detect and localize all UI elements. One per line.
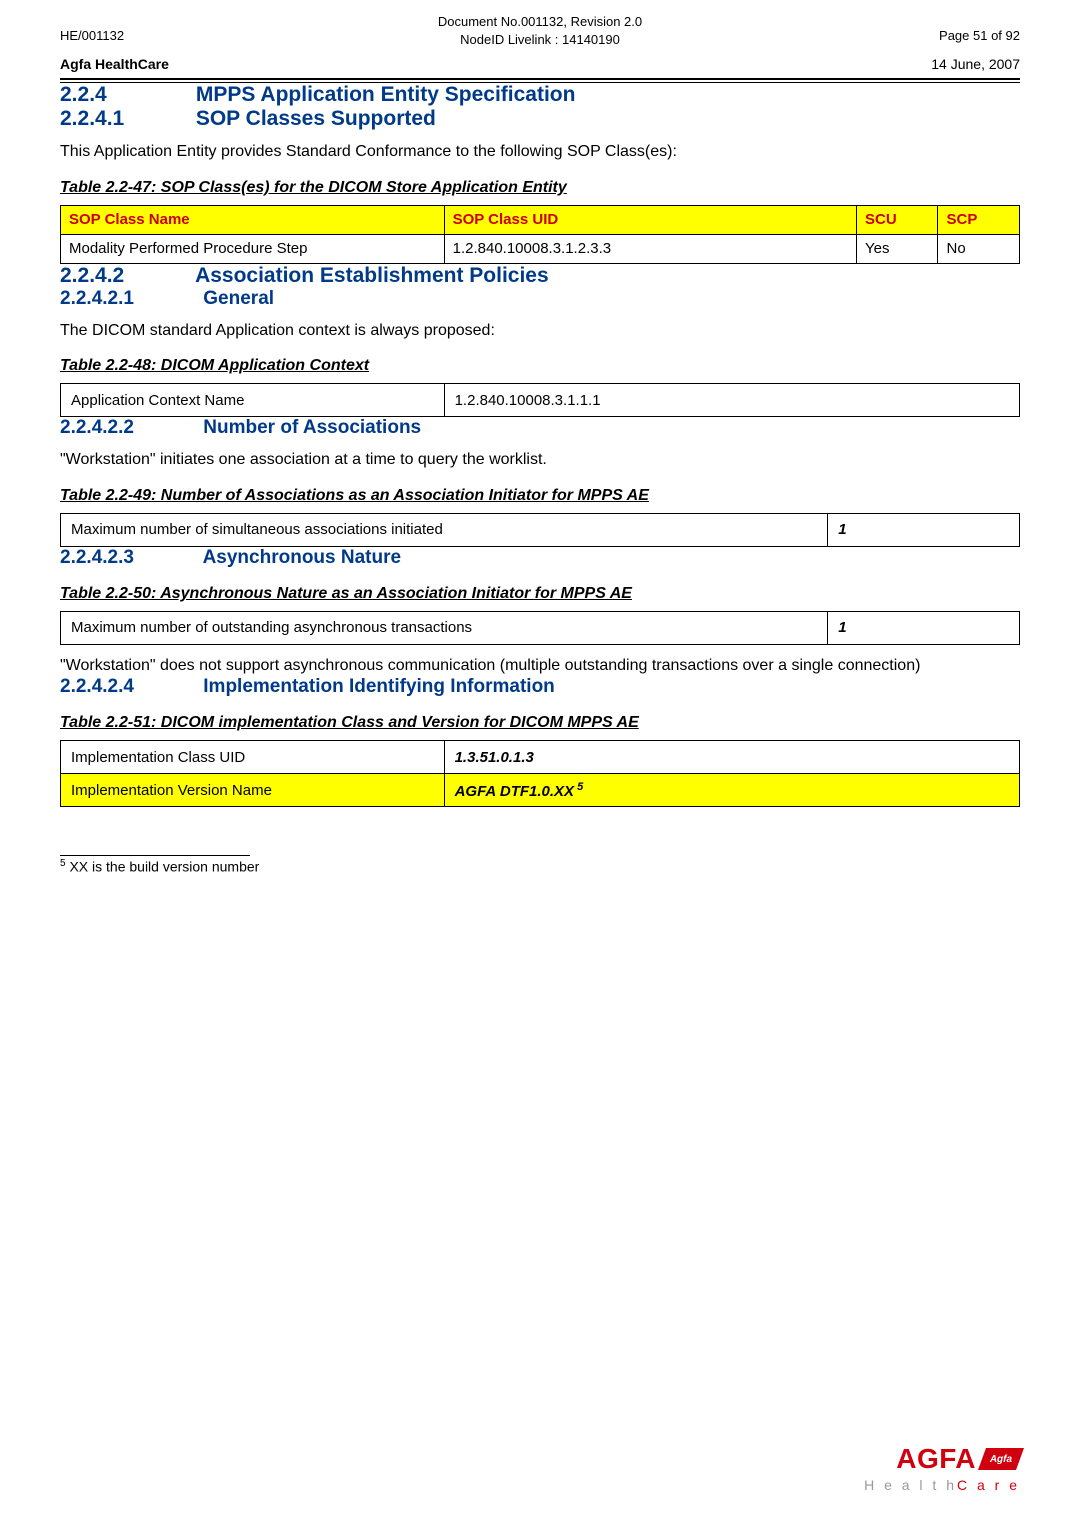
heading-num: 2.2.4.1 <box>60 107 190 131</box>
paragraph: The DICOM standard Application context i… <box>60 320 1020 342</box>
heading-2-2-4: 2.2.4 MPPS Application Entity Specificat… <box>60 83 1020 107</box>
header-center: Document No.001132, Revision 2.0 NodeID … <box>60 13 1020 48</box>
th-sop-class-uid: SOP Class UID <box>444 205 856 234</box>
heading-num: 2.2.4.2 <box>60 264 190 288</box>
td-scu: Yes <box>856 234 938 263</box>
heading-title: General <box>203 288 274 309</box>
table-50: Maximum number of outstanding asynchrono… <box>60 611 1020 645</box>
agfa-logo: AGFA Agfa H e a l t hC a r e <box>864 1443 1020 1493</box>
heading-title: Association Establishment Policies <box>195 264 549 287</box>
rhombus-inner-text: Agfa <box>990 1454 1012 1465</box>
table-51: Implementation Class UID 1.3.51.0.1.3 Im… <box>60 740 1020 807</box>
heading-num: 2.2.4.2.3 <box>60 547 198 569</box>
heading-title: Asynchronous Nature <box>203 547 401 568</box>
header-second-row: Agfa HealthCare 14 June, 2007 <box>60 56 1020 72</box>
table-row: Implementation Version Name AGFA DTF1.0.… <box>61 774 1020 807</box>
table-caption-48: Table 2.2-48: DICOM Application Context <box>60 357 1020 375</box>
table-47: SOP Class Name SOP Class UID SCU SCP Mod… <box>60 205 1020 264</box>
table-row: SOP Class Name SOP Class UID SCU SCP <box>61 205 1020 234</box>
td-label: Application Context Name <box>61 384 445 417</box>
table-caption-49: Table 2.2-49: Number of Associations as … <box>60 487 1020 505</box>
table-caption-47: Table 2.2-47: SOP Class(es) for the DICO… <box>60 179 1020 197</box>
table-row: Implementation Class UID 1.3.51.0.1.3 <box>61 741 1020 774</box>
paragraph: This Application Entity provides Standar… <box>60 141 1020 163</box>
value-text: AGFA DTF1.0.XX <box>455 783 574 800</box>
footnote-text: XX is the build version number <box>66 859 260 875</box>
td-scp: No <box>938 234 1020 263</box>
heading-2-2-4-2-2: 2.2.4.2.2 Number of Associations <box>60 417 1020 439</box>
rhombus-icon: Agfa <box>978 1448 1024 1470</box>
paragraph: "Workstation" does not support asynchron… <box>60 655 1020 677</box>
company-name: Agfa HealthCare <box>60 56 169 72</box>
table-caption-50: Table 2.2-50: Asynchronous Nature as an … <box>60 585 1020 603</box>
doc-date: 14 June, 2007 <box>931 56 1020 72</box>
th-scu: SCU <box>856 205 938 234</box>
heading-num: 2.2.4.2.2 <box>60 417 198 439</box>
table-row: Maximum number of outstanding asynchrono… <box>61 611 1020 644</box>
td-label: Maximum number of outstanding asynchrono… <box>61 611 828 644</box>
td-label-highlight: Implementation Version Name <box>61 774 445 807</box>
footnote-rule <box>60 855 250 856</box>
th-scp: SCP <box>938 205 1020 234</box>
logo-sub-1: H e a l t h <box>864 1477 957 1493</box>
node-id: NodeID Livelink : 14140190 <box>460 32 620 47</box>
heading-title: MPPS Application Entity Specification <box>196 83 576 106</box>
heading-2-2-4-1: 2.2.4.1 SOP Classes Supported <box>60 107 1020 131</box>
table-row: Maximum number of simultaneous associati… <box>61 513 1020 546</box>
td-value-highlight: AGFA DTF1.0.XX 5 <box>444 774 1019 807</box>
heading-2-2-4-2-4: 2.2.4.2.4 Implementation Identifying Inf… <box>60 676 1020 698</box>
doc-number: Document No.001132, Revision 2.0 <box>438 14 642 29</box>
logo-text: AGFA <box>896 1443 976 1475</box>
heading-num: 2.2.4 <box>60 83 190 107</box>
heading-num: 2.2.4.2.4 <box>60 676 198 698</box>
logo-main: AGFA Agfa <box>864 1443 1020 1475</box>
header-rule-heavy <box>60 78 1020 80</box>
heading-title: Implementation Identifying Information <box>203 676 555 697</box>
td-sop-class-uid: 1.2.840.10008.3.1.2.3.3 <box>444 234 856 263</box>
heading-num: 2.2.4.2.1 <box>60 288 198 310</box>
th-sop-class-name: SOP Class Name <box>61 205 445 234</box>
heading-2-2-4-2-3: 2.2.4.2.3 Asynchronous Nature <box>60 547 1020 569</box>
td-sop-class-name: Modality Performed Procedure Step <box>61 234 445 263</box>
heading-2-2-4-2-1: 2.2.4.2.1 General <box>60 288 1020 310</box>
table-caption-51: Table 2.2-51: DICOM implementation Class… <box>60 714 1020 732</box>
heading-2-2-4-2: 2.2.4.2 Association Establishment Polici… <box>60 264 1020 288</box>
footer: AGFA Agfa H e a l t hC a r e <box>60 1443 1020 1493</box>
td-value: 1 <box>828 513 1020 546</box>
heading-title: SOP Classes Supported <box>196 107 436 130</box>
logo-subtitle: H e a l t hC a r e <box>864 1477 1020 1493</box>
table-48: Application Context Name 1.2.840.10008.3… <box>60 383 1020 417</box>
footnote: 5 XX is the build version number <box>60 858 1020 875</box>
td-value: 1 <box>828 611 1020 644</box>
table-49: Maximum number of simultaneous associati… <box>60 513 1020 547</box>
table-row: Application Context Name 1.2.840.10008.3… <box>61 384 1020 417</box>
td-value: 1.3.51.0.1.3 <box>444 741 1019 774</box>
paragraph: "Workstation" initiates one association … <box>60 449 1020 471</box>
logo-sub-2: C a r e <box>957 1477 1020 1493</box>
footnote-marker: 5 <box>574 781 583 793</box>
heading-title: Number of Associations <box>203 417 421 438</box>
td-label: Implementation Class UID <box>61 741 445 774</box>
table-row: Modality Performed Procedure Step 1.2.84… <box>61 234 1020 263</box>
td-value: 1.2.840.10008.3.1.1.1 <box>444 384 1019 417</box>
content: 2.2.4 MPPS Application Entity Specificat… <box>60 83 1020 1443</box>
td-label: Maximum number of simultaneous associati… <box>61 513 828 546</box>
